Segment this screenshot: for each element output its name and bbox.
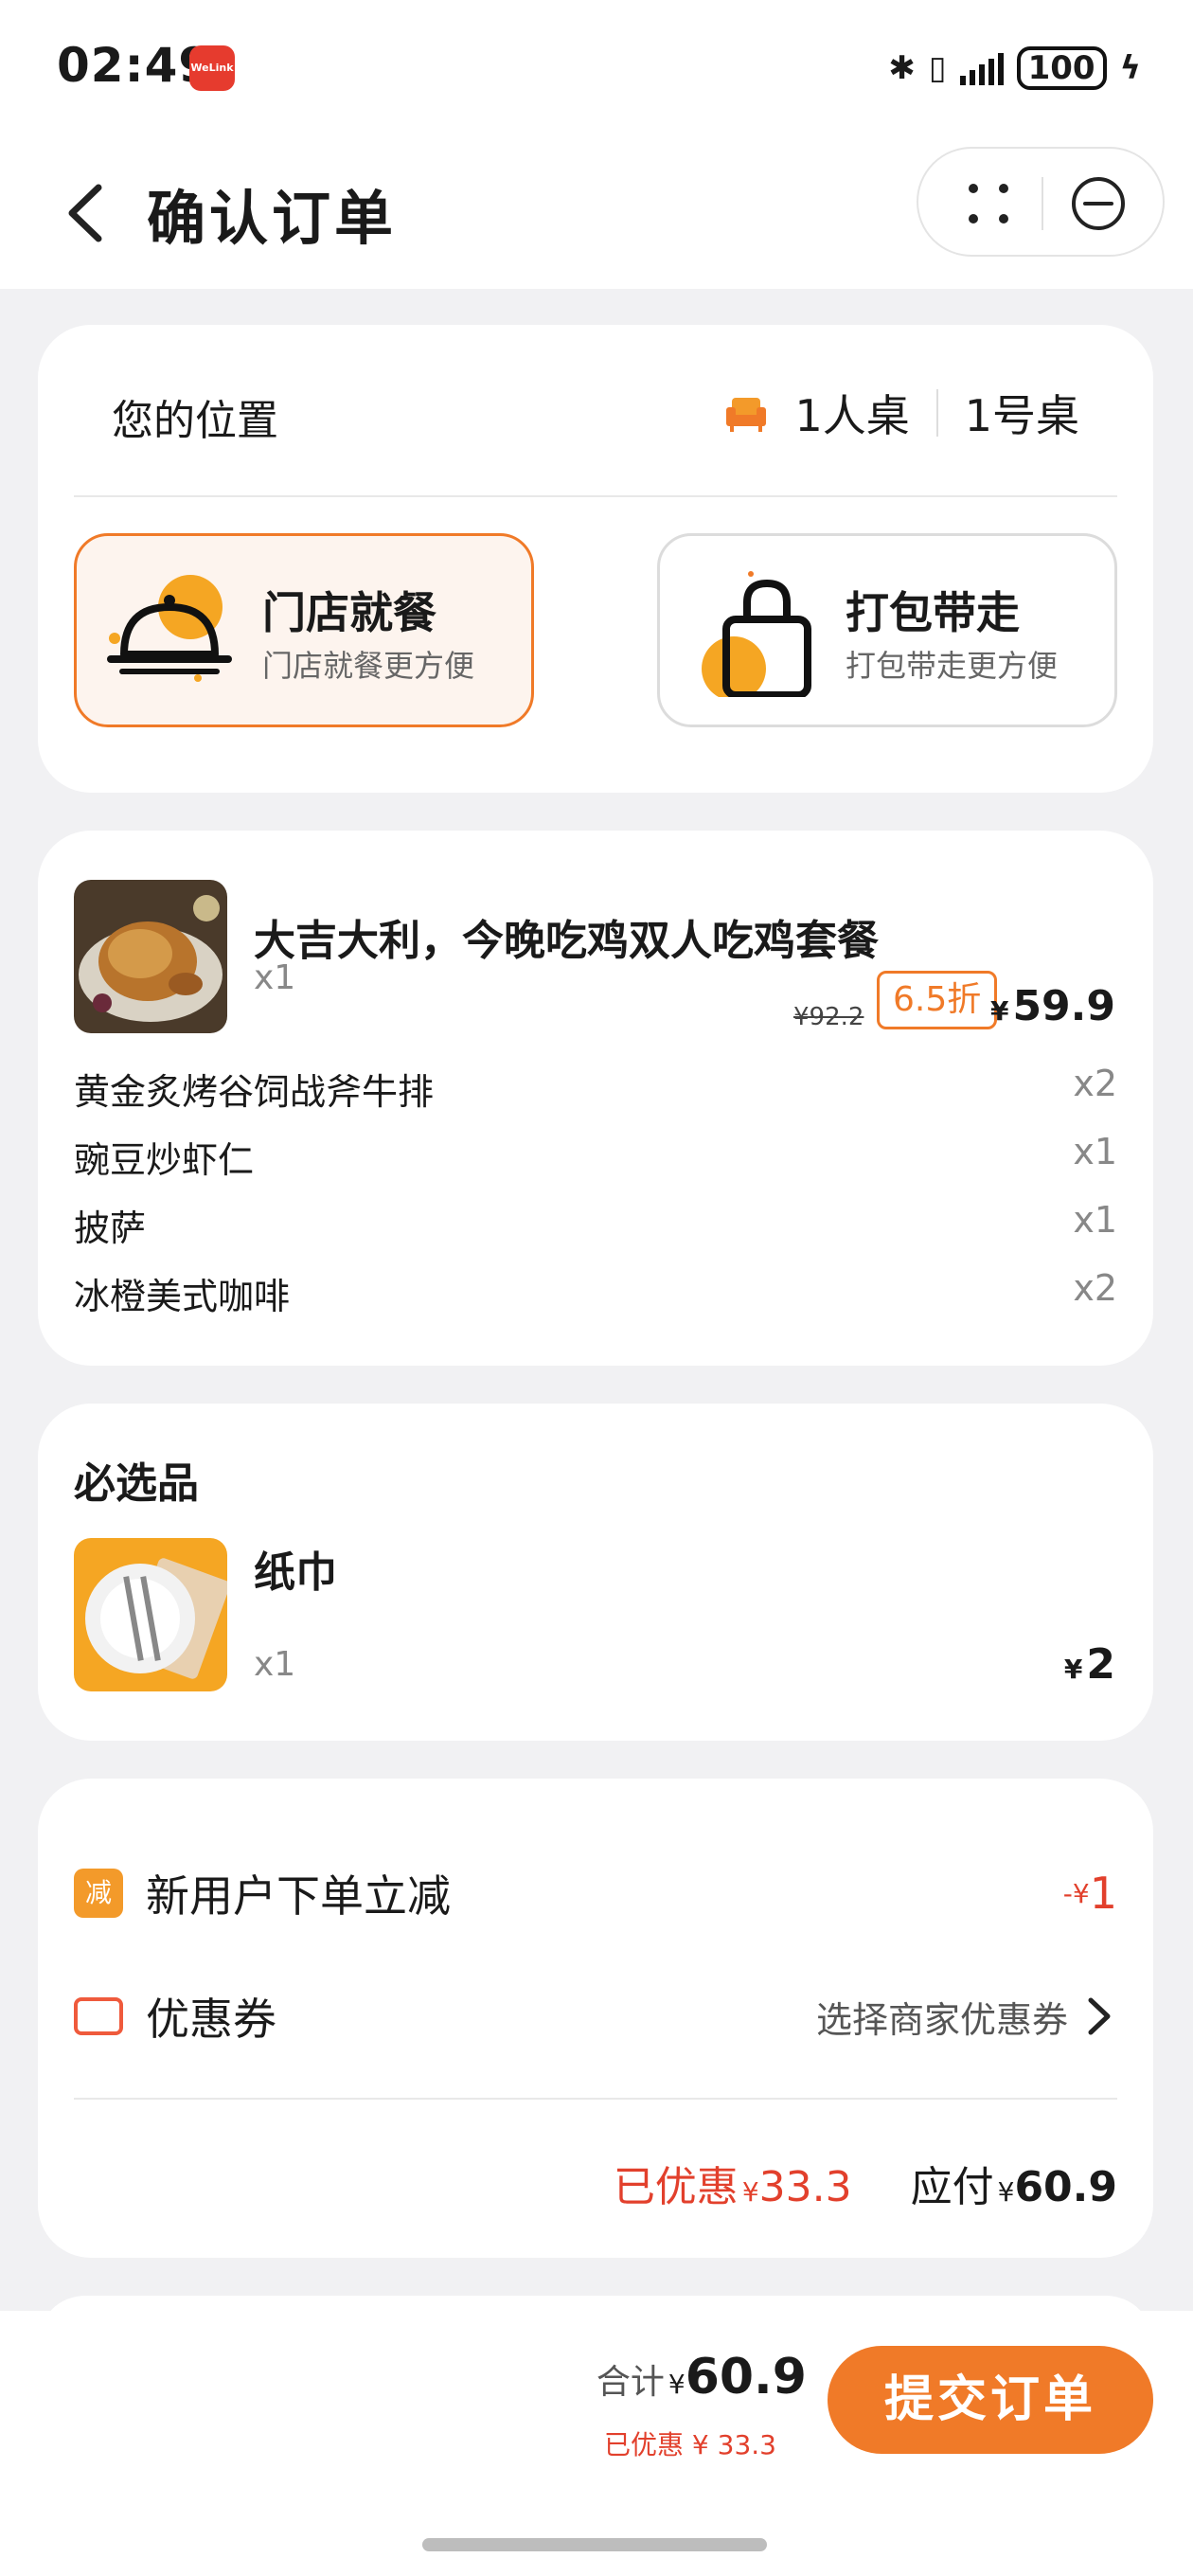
total-label: 合计 bbox=[596, 2363, 665, 2402]
list-item: 黄金炙烤谷饲战斧牛排 x2 bbox=[74, 1063, 1117, 1113]
dine-in-option[interactable]: 门店就餐 门店就餐更方便 bbox=[74, 533, 534, 727]
product-card: 大吉大利，今晚吃鸡双人吃鸡套餐 x1 ¥92.2 6.5折 ¥59.9 黄金炙烤… bbox=[38, 831, 1153, 1366]
napkin-image bbox=[74, 1538, 227, 1691]
home-indicator[interactable] bbox=[422, 2538, 767, 2551]
battery-icon: 100 bbox=[1016, 46, 1107, 90]
table-info: 1人桌 1号桌 bbox=[724, 382, 1079, 444]
list-item: 冰橙美式咖啡 x2 bbox=[74, 1267, 1117, 1317]
list-item: 豌豆炒虾仁 x1 bbox=[74, 1131, 1117, 1181]
location-label: 您的位置 bbox=[112, 397, 278, 445]
payable-amount: 60.9 bbox=[1014, 2163, 1117, 2211]
takeaway-title: 打包带走 bbox=[846, 587, 1020, 638]
close-circle-icon[interactable] bbox=[1070, 175, 1127, 232]
mini-program-capsule bbox=[917, 147, 1165, 257]
coupon-icon bbox=[74, 1997, 123, 2035]
signal-icon bbox=[959, 51, 1004, 85]
new-user-discount-row: 减 新用户下单立减 -¥ 1 bbox=[74, 1862, 1117, 1924]
divider bbox=[74, 2098, 1117, 2100]
sofa-icon bbox=[726, 398, 767, 432]
new-user-discount-amount: -¥ 1 bbox=[1062, 1868, 1117, 1919]
promotions-card: 减 新用户下单立减 -¥ 1 优惠券 选择商家优惠券 已优惠 ¥ 33.3 应付 … bbox=[38, 1779, 1153, 2258]
section-title: 必选品 bbox=[74, 1459, 199, 1508]
product-price: ¥59.9 bbox=[989, 982, 1115, 1030]
payable-label: 应付 bbox=[910, 2163, 994, 2211]
total-section: 合计 ¥ 60.9 bbox=[596, 2349, 807, 2406]
status-bar: 02:49 WeLink ✱ ▯ 100 ϟ bbox=[0, 0, 1193, 137]
takeaway-subtitle: 打包带走更方便 bbox=[846, 648, 1059, 684]
required-item-price: ¥2 bbox=[1063, 1640, 1115, 1689]
chevron-right-icon bbox=[1088, 1997, 1111, 2035]
more-dots-icon[interactable] bbox=[964, 179, 1013, 228]
saved-label: 已优惠 bbox=[613, 2163, 739, 2211]
discount-badge-icon: 减 bbox=[74, 1869, 123, 1918]
divider bbox=[74, 495, 1117, 497]
order-summary: 已优惠 ¥ 33.3 应付 ¥ 60.9 bbox=[614, 2153, 1117, 2213]
table-divider bbox=[935, 389, 938, 437]
product-image bbox=[74, 880, 227, 1033]
required-item-name: 纸巾 bbox=[254, 1548, 337, 1597]
saved-amount: 33.3 bbox=[758, 2163, 852, 2211]
welink-app-icon: WeLink bbox=[189, 45, 235, 91]
capsule-divider bbox=[1042, 177, 1043, 230]
dine-in-subtitle: 门店就餐更方便 bbox=[262, 648, 475, 684]
table-type: 1人桌 bbox=[794, 390, 910, 441]
submit-order-button[interactable]: 提交订单 bbox=[828, 2346, 1153, 2454]
dine-in-title: 门店就餐 bbox=[262, 587, 436, 638]
original-price: ¥92.2 bbox=[793, 1003, 864, 1031]
total-amount: 60.9 bbox=[685, 2349, 807, 2406]
roast-chicken-image bbox=[74, 880, 227, 1033]
plate-napkin-image bbox=[74, 1538, 227, 1691]
bottom-saved-text: 已优惠 ¥ 33.3 bbox=[604, 2429, 776, 2460]
takeaway-option[interactable]: 打包带走 打包带走更方便 bbox=[657, 533, 1117, 727]
product-title: 大吉大利，今晚吃鸡双人吃鸡套餐 bbox=[254, 917, 879, 965]
shopping-bag-icon bbox=[702, 571, 811, 697]
required-item-card: 必选品 纸巾 x1 ¥2 bbox=[38, 1404, 1153, 1741]
back-icon[interactable] bbox=[59, 180, 116, 246]
product-quantity: x1 bbox=[254, 958, 296, 997]
vibrate-icon: ▯ bbox=[928, 49, 947, 87]
coupon-action: 选择商家优惠券 bbox=[815, 1998, 1068, 2041]
bluetooth-icon: ✱ bbox=[888, 49, 916, 87]
system-icons: ✱ ▯ 100 ϟ bbox=[888, 45, 1141, 91]
location-card: 您的位置 1人桌 1号桌 门店就餐 门店就餐更方便 打包带走 打包带走更方便 bbox=[38, 325, 1153, 793]
page-title: 确认订单 bbox=[147, 184, 398, 253]
table-number: 1号桌 bbox=[964, 390, 1079, 441]
bottom-bar: 合计 ¥ 60.9 已优惠 ¥ 33.3 提交订单 bbox=[0, 2311, 1193, 2576]
coupon-row[interactable]: 优惠券 选择商家优惠券 bbox=[74, 1985, 1117, 2048]
coupon-selector[interactable]: 选择商家优惠券 bbox=[816, 1991, 1117, 2043]
required-item-quantity: x1 bbox=[254, 1645, 296, 1684]
charging-icon: ϟ bbox=[1119, 49, 1141, 87]
coupon-label: 优惠券 bbox=[146, 1994, 276, 2045]
cloche-icon bbox=[107, 575, 232, 682]
discount-badge: 6.5折 bbox=[877, 971, 998, 1029]
navigation-bar: 确认订单 bbox=[0, 137, 1193, 289]
new-user-discount-label: 新用户下单立减 bbox=[146, 1870, 451, 1922]
list-item: 披萨 x1 bbox=[74, 1199, 1117, 1249]
